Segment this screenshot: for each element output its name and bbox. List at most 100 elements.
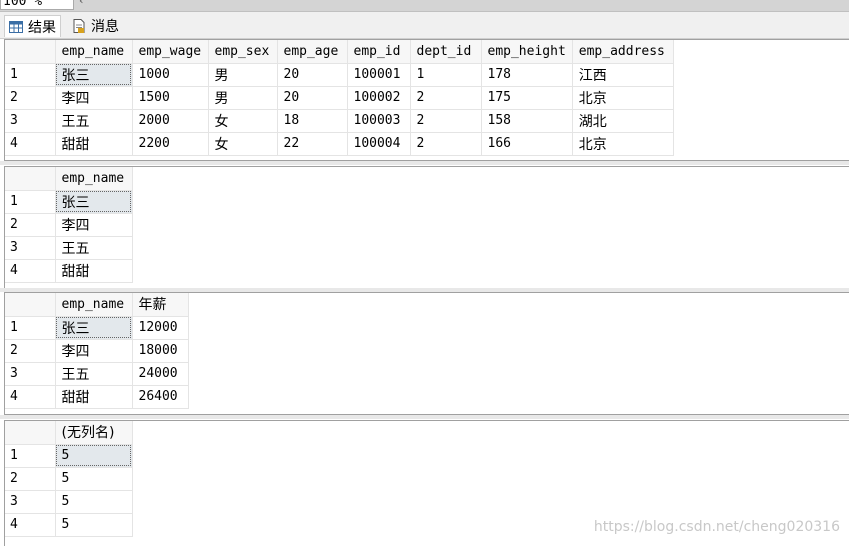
- cell[interactable]: 166: [481, 132, 573, 156]
- table-row[interactable]: 1 张三 12000: [5, 316, 189, 340]
- table-row[interactable]: 4 甜甜 26400: [5, 385, 189, 409]
- cell[interactable]: 178: [481, 63, 573, 87]
- cell[interactable]: 甜甜: [55, 259, 133, 283]
- column-header[interactable]: emp_address: [572, 40, 674, 64]
- zoom-select[interactable]: 100 %: [0, 0, 74, 10]
- cell[interactable]: 26400: [132, 385, 189, 409]
- row-number[interactable]: 2: [5, 339, 56, 363]
- cell[interactable]: 100002: [347, 86, 411, 110]
- cell[interactable]: 100004: [347, 132, 411, 156]
- cell[interactable]: 北京: [572, 132, 674, 156]
- column-header[interactable]: emp_age: [277, 40, 348, 64]
- cell[interactable]: 5: [55, 513, 133, 537]
- cell[interactable]: 18: [277, 109, 348, 133]
- table-row[interactable]: 4 甜甜 2200 女 22 100004 2 166 北京: [5, 132, 674, 156]
- cell[interactable]: 5: [55, 490, 133, 514]
- table-row[interactable]: 3 王五 24000: [5, 362, 189, 386]
- table-row[interactable]: 1 张三: [5, 190, 133, 214]
- column-header[interactable]: emp_id: [347, 40, 411, 64]
- table-row[interactable]: 4 甜甜: [5, 259, 133, 283]
- row-number[interactable]: 2: [5, 467, 56, 491]
- column-header[interactable]: emp_name: [55, 167, 133, 191]
- corner-cell[interactable]: [5, 421, 56, 445]
- cell[interactable]: 张三: [55, 316, 133, 340]
- row-number[interactable]: 1: [5, 190, 56, 214]
- cell[interactable]: 5: [55, 467, 133, 491]
- cell[interactable]: 2000: [132, 109, 209, 133]
- cell[interactable]: 2: [410, 132, 482, 156]
- cell[interactable]: 男: [208, 63, 278, 87]
- column-header[interactable]: emp_wage: [132, 40, 209, 64]
- row-number[interactable]: 3: [5, 109, 56, 133]
- cell[interactable]: 20: [277, 86, 348, 110]
- splitter[interactable]: [0, 415, 849, 419]
- row-number[interactable]: 1: [5, 63, 56, 87]
- cell[interactable]: 北京: [572, 86, 674, 110]
- cell[interactable]: 1000: [132, 63, 209, 87]
- result-grid-2[interactable]: emp_name 1 张三 2 李四 3 王五 4 甜甜: [4, 166, 849, 289]
- chevron-left-icon[interactable]: ‹: [78, 0, 85, 7]
- row-number[interactable]: 4: [5, 513, 56, 537]
- tab-results[interactable]: 结果: [4, 15, 61, 37]
- cell[interactable]: 江西: [572, 63, 674, 87]
- table-row[interactable]: 3 5: [5, 490, 133, 514]
- table-row[interactable]: 2 李四 1500 男 20 100002 2 175 北京: [5, 86, 674, 110]
- corner-cell[interactable]: [5, 167, 56, 191]
- row-number[interactable]: 4: [5, 259, 56, 283]
- cell[interactable]: 1: [410, 63, 482, 87]
- cell[interactable]: 1500: [132, 86, 209, 110]
- cell[interactable]: 女: [208, 132, 278, 156]
- table-row[interactable]: 2 5: [5, 467, 133, 491]
- row-number[interactable]: 1: [5, 444, 56, 468]
- splitter[interactable]: [0, 161, 849, 165]
- row-number[interactable]: 1: [5, 316, 56, 340]
- cell[interactable]: 5: [55, 444, 133, 468]
- cell[interactable]: 2: [410, 86, 482, 110]
- column-header[interactable]: (无列名): [55, 421, 133, 445]
- row-number[interactable]: 2: [5, 86, 56, 110]
- row-number[interactable]: 3: [5, 236, 56, 260]
- cell[interactable]: 李四: [55, 213, 133, 237]
- cell[interactable]: 甜甜: [55, 385, 133, 409]
- table-row[interactable]: 3 王五: [5, 236, 133, 260]
- row-number[interactable]: 4: [5, 132, 56, 156]
- table-row[interactable]: 2 李四 18000: [5, 339, 189, 363]
- column-header[interactable]: 年薪: [132, 293, 189, 317]
- cell[interactable]: 175: [481, 86, 573, 110]
- tab-messages[interactable]: 消息: [68, 15, 123, 37]
- cell[interactable]: 张三: [55, 190, 133, 214]
- cell[interactable]: 22: [277, 132, 348, 156]
- row-number[interactable]: 3: [5, 490, 56, 514]
- cell[interactable]: 湖北: [572, 109, 674, 133]
- row-number[interactable]: 3: [5, 362, 56, 386]
- table-row[interactable]: 3 王五 2000 女 18 100003 2 158 湖北: [5, 109, 674, 133]
- cell[interactable]: 男: [208, 86, 278, 110]
- cell[interactable]: 甜甜: [55, 132, 133, 156]
- column-header[interactable]: emp_sex: [208, 40, 278, 64]
- column-header[interactable]: emp_name: [55, 293, 133, 317]
- table-row[interactable]: 2 李四: [5, 213, 133, 237]
- cell[interactable]: 王五: [55, 362, 133, 386]
- column-header[interactable]: dept_id: [410, 40, 482, 64]
- corner-cell[interactable]: [5, 293, 56, 317]
- column-header[interactable]: emp_name: [55, 40, 133, 64]
- row-number[interactable]: 2: [5, 213, 56, 237]
- cell[interactable]: 12000: [132, 316, 189, 340]
- cell[interactable]: 100001: [347, 63, 411, 87]
- row-number[interactable]: 4: [5, 385, 56, 409]
- cell[interactable]: 20: [277, 63, 348, 87]
- cell[interactable]: 张三: [55, 63, 133, 87]
- cell[interactable]: 2200: [132, 132, 209, 156]
- cell[interactable]: 王五: [55, 236, 133, 260]
- cell[interactable]: 158: [481, 109, 573, 133]
- table-row[interactable]: 1 张三 1000 男 20 100001 1 178 江西: [5, 63, 674, 87]
- column-header[interactable]: emp_height: [481, 40, 573, 64]
- table-row[interactable]: 1 5: [5, 444, 133, 468]
- table-row[interactable]: 4 5: [5, 513, 133, 537]
- result-grid-1[interactable]: emp_name emp_wage emp_sex emp_age emp_id…: [4, 39, 849, 161]
- cell[interactable]: 女: [208, 109, 278, 133]
- cell[interactable]: 李四: [55, 339, 133, 363]
- cell[interactable]: 2: [410, 109, 482, 133]
- cell[interactable]: 王五: [55, 109, 133, 133]
- cell[interactable]: 100003: [347, 109, 411, 133]
